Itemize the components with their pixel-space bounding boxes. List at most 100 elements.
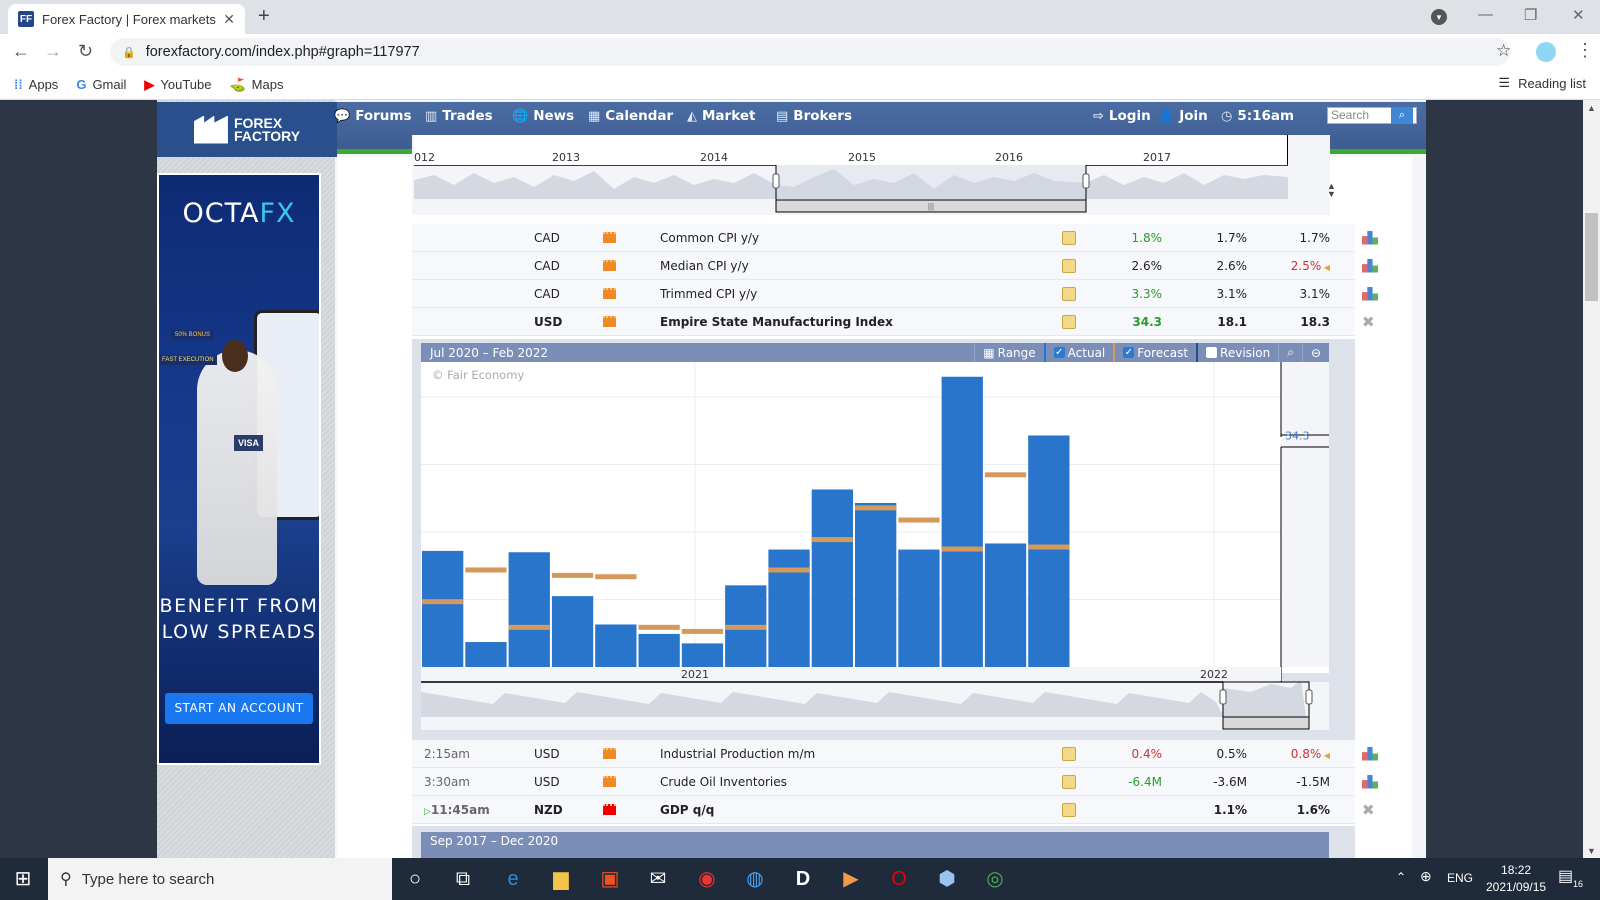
- profile-avatar[interactable]: [1536, 42, 1556, 62]
- year-label: 012: [414, 151, 435, 164]
- taskbar-clock[interactable]: 18:22 2021/09/15: [1486, 862, 1546, 896]
- event-detail-icon[interactable]: [1062, 230, 1076, 245]
- close-graph-icon[interactable]: ✖: [1362, 801, 1375, 819]
- notifications-icon[interactable]: ▤: [1558, 866, 1573, 886]
- navigator-handle-right: [1305, 689, 1313, 705]
- next-event-marker-icon: ▷: [424, 806, 431, 817]
- impact-folder-icon[interactable]: [603, 748, 616, 759]
- zoom-in-icon[interactable]: ⌕: [1278, 343, 1302, 362]
- event-title[interactable]: Common CPI y/y: [660, 231, 759, 245]
- edge-icon[interactable]: e: [500, 866, 526, 892]
- back-icon[interactable]: ←: [12, 41, 30, 62]
- calendar-row[interactable]: USD Empire State Manufacturing Index 34.3 1…: [412, 308, 1375, 336]
- event-currency: CAD: [534, 286, 560, 301]
- nav-news[interactable]: 🌐 News: [512, 108, 574, 124]
- site-logo[interactable]: FOREX FACTORY: [157, 102, 337, 157]
- media-player-icon[interactable]: ▶: [838, 866, 864, 892]
- calendar-row[interactable]: 3:30am USD Crude Oil Inventories -6.4M -3.6M…: [412, 768, 1378, 796]
- event-detail-icon[interactable]: [1062, 774, 1076, 789]
- nav-calendar[interactable]: ▦ Calendar: [588, 108, 673, 124]
- chrome-icon[interactable]: ◎: [982, 866, 1008, 892]
- event-detail-icon[interactable]: [1062, 258, 1076, 273]
- event-detail-icon[interactable]: [1062, 802, 1076, 817]
- virtualbox-icon[interactable]: ⬢: [934, 866, 960, 892]
- close-tab-icon[interactable]: ✕: [223, 11, 235, 28]
- close-window-icon[interactable]: ✕: [1572, 6, 1585, 24]
- search-icon[interactable]: ⌕: [1391, 107, 1413, 124]
- start-account-button[interactable]: START AN ACCOUNT: [165, 693, 313, 724]
- nav-trades[interactable]: ▥ Trades: [425, 108, 493, 124]
- actual-checkbox[interactable]: ✓ Actual: [1043, 343, 1114, 362]
- octafx-ad[interactable]: OCTAFX 50% BONUS FAST EXECUTION VISA BEN…: [157, 173, 321, 765]
- nav-brokers[interactable]: ▤ Brokers: [776, 108, 852, 124]
- event-title[interactable]: Empire State Manufacturing Index: [660, 315, 893, 329]
- bookmark-maps[interactable]: ⛳ Maps: [229, 77, 283, 93]
- restore-icon[interactable]: ❐: [1524, 6, 1537, 24]
- store-icon[interactable]: ▣: [597, 866, 623, 892]
- navigator-scroll-arrows-icon[interactable]: ▲ ▼: [1327, 182, 1336, 199]
- zoom-out-icon[interactable]: ⊖: [1301, 343, 1329, 362]
- nav-forums[interactable]: 💬 Forums: [334, 108, 412, 124]
- lock-icon: 🔒: [122, 46, 136, 59]
- event-title[interactable]: Crude Oil Inventories: [660, 775, 787, 789]
- mail-icon[interactable]: ✉: [645, 866, 671, 892]
- cortana-icon[interactable]: ○: [402, 866, 428, 892]
- tab-search-icon[interactable]: ▼: [1431, 9, 1447, 25]
- scroll-up-icon[interactable]: ▲: [1587, 103, 1596, 113]
- language-indicator[interactable]: ENG: [1447, 871, 1473, 885]
- opera-icon[interactable]: O: [886, 866, 912, 892]
- calendar-row[interactable]: 2:15am USD Industrial Production m/m 0.4% 0.…: [412, 740, 1378, 768]
- file-explorer-icon[interactable]: ▆: [548, 866, 574, 892]
- ad-payment-logos: VISA: [234, 435, 264, 451]
- event-title[interactable]: GDP q/q: [660, 803, 714, 817]
- reading-list-button[interactable]: ☰ Reading list: [1498, 75, 1586, 91]
- event-title[interactable]: Median CPI y/y: [660, 259, 749, 273]
- bookmark-youtube[interactable]: ▶ YouTube: [144, 77, 211, 93]
- impact-folder-icon[interactable]: [603, 260, 616, 271]
- event-detail-icon[interactable]: [1062, 746, 1076, 761]
- app-red-icon[interactable]: ◉: [694, 866, 720, 892]
- impact-folder-icon[interactable]: [603, 316, 616, 327]
- forecast-checkbox[interactable]: ✓ Forecast: [1113, 343, 1196, 362]
- menu-kebab-icon[interactable]: ⋮: [1576, 40, 1594, 61]
- event-detail-icon[interactable]: [1062, 286, 1076, 301]
- calendar-row[interactable]: ▷11:45am NZD GDP q/q 1.1% 1.6% ✖: [412, 796, 1375, 824]
- network-icon[interactable]: ⊕: [1420, 868, 1432, 885]
- close-graph-icon[interactable]: ✖: [1362, 313, 1375, 331]
- event-detail-icon[interactable]: [1062, 314, 1076, 329]
- bookmark-apps[interactable]: ⁞⁞ Apps: [14, 77, 58, 92]
- calendar-row[interactable]: CAD Trimmed CPI y/y 3.3% 3.1% 3.1%: [412, 280, 1378, 308]
- app-d-icon[interactable]: D: [790, 866, 816, 892]
- impact-folder-icon[interactable]: [603, 804, 616, 815]
- browser-tab[interactable]: FF Forex Factory | Forex markets for ✕: [8, 4, 245, 34]
- impact-folder-icon[interactable]: [603, 232, 616, 243]
- impact-folder-icon[interactable]: [603, 776, 616, 787]
- new-tab-icon[interactable]: +: [258, 5, 270, 28]
- scrollbar-thumb[interactable]: [1585, 213, 1598, 301]
- revision-checkbox[interactable]: Revision: [1196, 343, 1278, 362]
- event-forecast: 0.5%: [1216, 746, 1248, 761]
- reload-icon[interactable]: ↻: [78, 41, 93, 62]
- calendar-row[interactable]: CAD Common CPI y/y 1.8% 1.7% 1.7%: [412, 224, 1378, 252]
- time-display[interactable]: ◷ 5:16am: [1221, 108, 1294, 124]
- forward-icon[interactable]: →: [44, 41, 62, 62]
- tray-expand-icon[interactable]: ⌃: [1396, 870, 1406, 884]
- impact-folder-icon[interactable]: [603, 288, 616, 299]
- app-blue-icon[interactable]: ◍: [742, 866, 768, 892]
- windows-start-icon[interactable]: ⊞: [10, 866, 36, 892]
- calendar-row[interactable]: CAD Median CPI y/y 2.6% 2.6% 2.5% ◀: [412, 252, 1378, 280]
- bookmark-star-icon[interactable]: ☆: [1496, 41, 1511, 61]
- event-title[interactable]: Industrial Production m/m: [660, 747, 815, 761]
- taskbar-search[interactable]: ⚲ Type here to search: [48, 858, 392, 900]
- bookmark-gmail[interactable]: G Gmail: [76, 77, 126, 92]
- minimize-icon[interactable]: —: [1478, 6, 1493, 23]
- task-view-icon[interactable]: ⧉: [450, 866, 476, 892]
- nav-market[interactable]: ◭ Market: [687, 108, 755, 124]
- login-link[interactable]: ⇨ Login: [1093, 108, 1151, 124]
- event-title[interactable]: Trimmed CPI y/y: [660, 287, 757, 301]
- range-button[interactable]: ▦ Range: [974, 343, 1043, 362]
- actual-bar: [551, 596, 594, 667]
- join-link[interactable]: 👤 Join: [1158, 108, 1208, 124]
- scroll-down-icon[interactable]: ▼: [1587, 846, 1596, 856]
- address-bar[interactable]: 🔒 forexfactory.com/index.php#graph=11797…: [110, 38, 1510, 66]
